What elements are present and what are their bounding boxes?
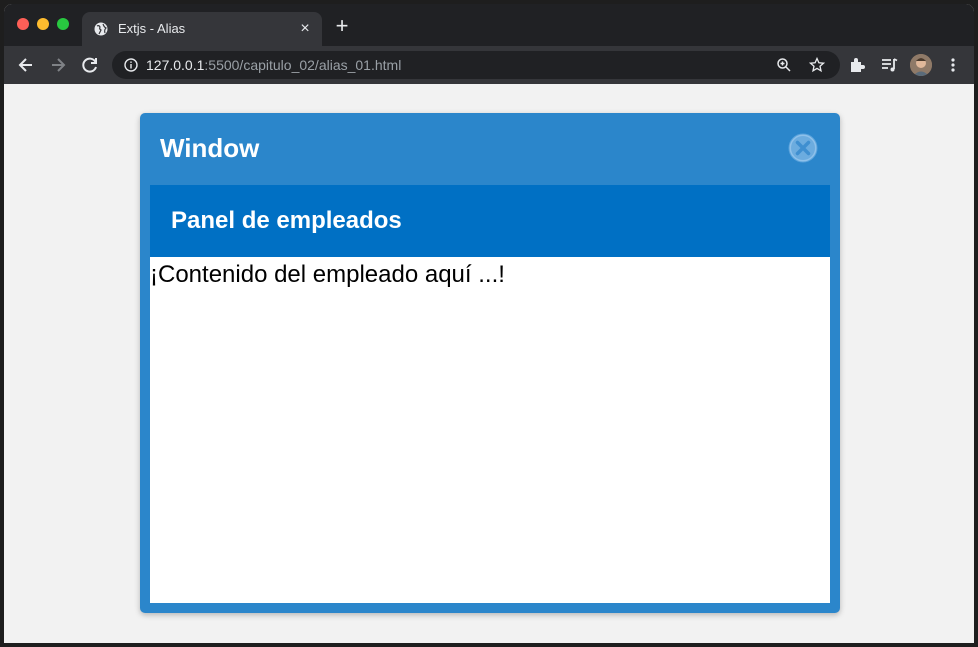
panel-body: ¡Contenido del empleado aquí ...!: [150, 257, 830, 603]
close-icon[interactable]: [788, 133, 818, 163]
back-icon[interactable]: [16, 55, 36, 75]
browser-titlebar: Extjs - Alias × +: [4, 4, 974, 46]
new-tab-button[interactable]: +: [332, 15, 352, 37]
page-viewport: Window Panel de empleados ¡Contenido del…: [4, 84, 974, 643]
menu-icon[interactable]: [944, 56, 962, 74]
tab-title: Extjs - Alias: [118, 21, 186, 36]
globe-icon: [94, 22, 108, 36]
avatar[interactable]: [910, 54, 932, 76]
panel-title: Panel de empleados: [171, 207, 402, 234]
info-icon[interactable]: [124, 58, 138, 72]
url-host: 127.0.0.1: [146, 57, 205, 73]
address-bar[interactable]: 127.0.0.1:5500/capitulo_02/alias_01.html: [112, 51, 840, 79]
employee-panel: Panel de empleados ¡Contenido del emplea…: [150, 185, 830, 603]
extensions-icon[interactable]: [848, 56, 866, 74]
profile-icon: [910, 54, 932, 76]
url-path: :5500/capitulo_02/alias_01.html: [204, 57, 402, 73]
ext-window: Window Panel de empleados ¡Contenido del…: [140, 113, 840, 613]
url-text: 127.0.0.1:5500/capitulo_02/alias_01.html: [146, 57, 401, 73]
window-title: Window: [160, 133, 260, 163]
browser-window: Extjs - Alias × + 127.0.0.1:5500/capitul…: [4, 4, 974, 643]
minimize-window-button[interactable]: [37, 18, 49, 30]
reload-icon[interactable]: [80, 55, 100, 75]
media-icon[interactable]: [880, 56, 898, 74]
panel-header: Panel de empleados: [150, 185, 830, 257]
browser-toolbar: 127.0.0.1:5500/capitulo_02/alias_01.html: [4, 46, 974, 84]
close-window-button[interactable]: [17, 18, 29, 30]
star-icon[interactable]: [809, 57, 825, 73]
zoom-icon[interactable]: [776, 57, 792, 73]
forward-icon[interactable]: [48, 55, 68, 75]
panel-content-text: ¡Contenido del empleado aquí ...!: [150, 261, 505, 288]
browser-tab[interactable]: Extjs - Alias ×: [82, 12, 322, 46]
maximize-window-button[interactable]: [57, 18, 69, 30]
tab-close-icon[interactable]: ×: [296, 20, 314, 38]
